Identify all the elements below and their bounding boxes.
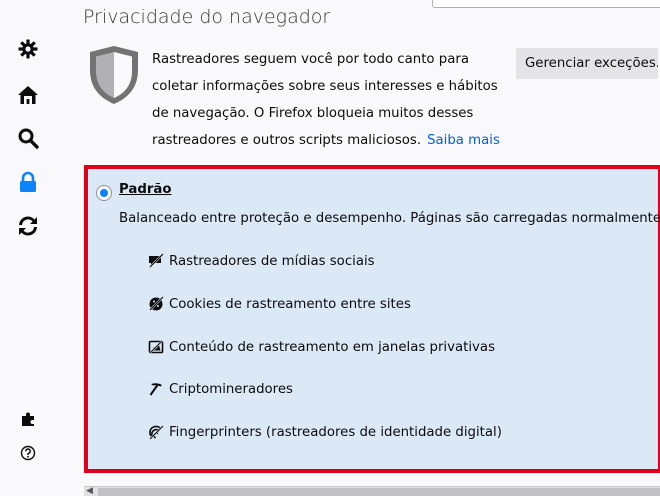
feature-label: Criptomineradores — [169, 381, 293, 397]
tracking-description: Rastreadores seguem você por todo canto … — [152, 46, 512, 154]
lock-icon — [20, 171, 36, 192]
feature-tracking-content: Conteúdo de rastreamento em janelas priv… — [148, 339, 495, 355]
standard-description: Balanceado entre proteção e desempenho. … — [119, 211, 660, 226]
feature-cryptominers: Criptomineradores — [148, 381, 293, 397]
learn-more-link[interactable]: Saiba mais — [427, 133, 500, 148]
shield-icon — [90, 46, 138, 104]
sidebar-item-general[interactable] — [15, 36, 41, 62]
search-icon — [18, 128, 39, 149]
standard-radio[interactable] — [96, 185, 112, 201]
cryptominer-icon — [148, 381, 164, 397]
feature-social-trackers: Rastreadores de mídias sociais — [148, 253, 375, 269]
home-icon — [18, 86, 38, 104]
sidebar-item-privacy[interactable] — [15, 169, 41, 195]
tracking-content-icon — [148, 339, 164, 355]
sidebar — [0, 0, 62, 495]
cookie-icon — [148, 296, 164, 312]
feature-label: Cookies de rastreamento entre sites — [169, 296, 411, 312]
sidebar-item-home[interactable] — [15, 82, 41, 108]
page-title: Privacidade do navegador — [83, 6, 331, 28]
extensions-icon — [22, 412, 34, 426]
social-tracker-icon — [148, 253, 164, 269]
sidebar-item-sync[interactable] — [15, 213, 41, 239]
manage-exceptions-button[interactable]: Gerenciar exceções... — [516, 48, 658, 79]
sync-icon — [19, 216, 37, 236]
find-in-options-input[interactable]: , - - - - — [432, 0, 660, 8]
feature-label: Conteúdo de rastreamento em janelas priv… — [169, 339, 495, 355]
standard-protection-option[interactable]: Padrão Balanceado entre proteção e desem… — [84, 165, 660, 473]
fingerprinter-icon — [148, 424, 164, 440]
feature-cross-site-cookies: Cookies de rastreamento entre sites — [148, 296, 411, 312]
feature-label: Rastreadores de mídias sociais — [169, 253, 375, 269]
sidebar-item-extensions[interactable] — [15, 406, 41, 432]
feature-fingerprinters: Fingerprinters (rastreadores de identida… — [148, 424, 502, 440]
gear-icon — [18, 39, 38, 59]
sidebar-item-help[interactable] — [15, 440, 41, 466]
sidebar-item-search[interactable] — [15, 125, 41, 151]
standard-label[interactable]: Padrão — [119, 182, 172, 197]
feature-label: Fingerprinters (rastreadores de identida… — [169, 424, 502, 440]
help-icon — [20, 445, 36, 461]
